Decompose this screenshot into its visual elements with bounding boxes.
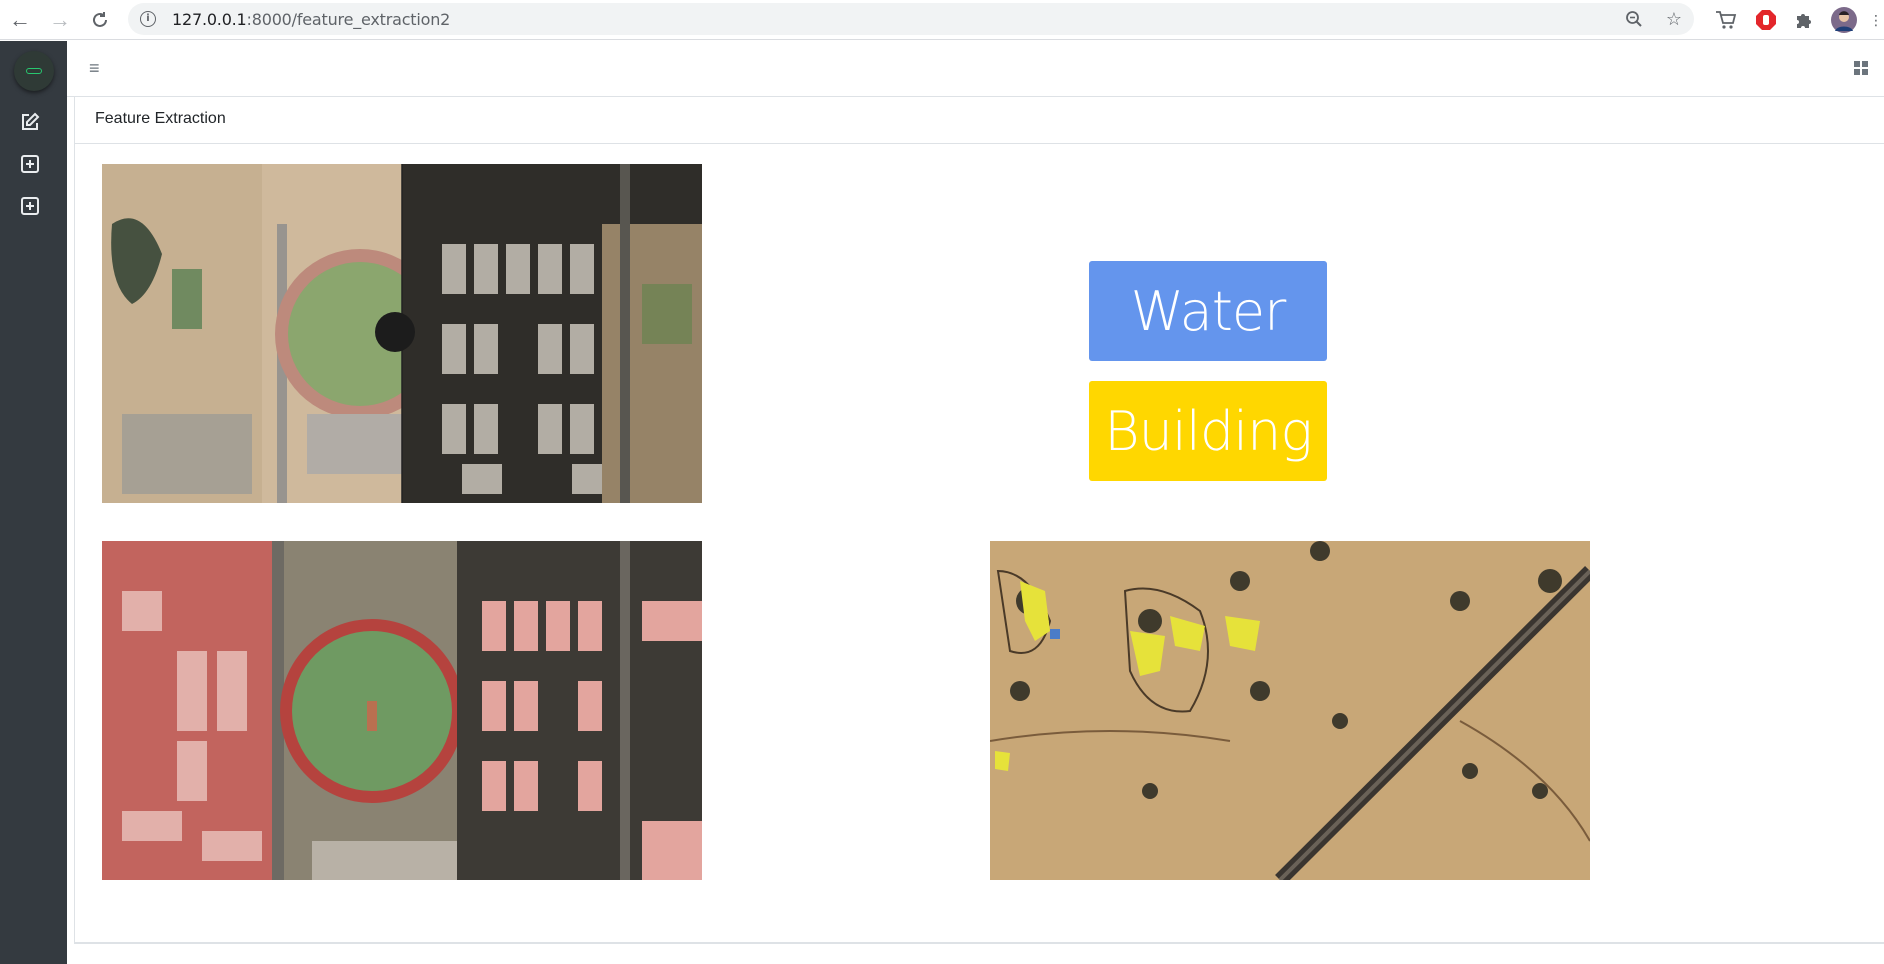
building-mask-image[interactable] <box>102 541 702 880</box>
menu-icon[interactable]: ⋮ <box>1862 6 1884 34</box>
adblock-extension-icon[interactable] <box>1752 6 1780 34</box>
rural-extraction-image[interactable] <box>990 541 1590 880</box>
water-button[interactable]: Water <box>1089 261 1327 361</box>
forward-icon[interactable]: → <box>46 6 74 34</box>
sidebar <box>0 41 67 964</box>
url-host: 127.0.0.1 <box>172 10 247 29</box>
app-logo[interactable] <box>14 51 54 91</box>
url-text[interactable]: 127.0.0.1:8000/feature_extraction2 <box>172 10 450 29</box>
back-icon[interactable]: ← <box>6 6 34 34</box>
site-info-icon[interactable]: i <box>140 11 156 27</box>
page-title: Feature Extraction <box>95 110 226 127</box>
url-path: :8000/feature_extraction2 <box>246 10 451 29</box>
page-header: Feature Extraction <box>74 97 1884 144</box>
building-button[interactable]: Building <box>1089 381 1327 481</box>
logo-mark <box>26 68 42 74</box>
hamburger-icon[interactable]: ≡ <box>89 58 100 78</box>
bookmark-star-icon[interactable]: ☆ <box>1662 7 1686 31</box>
plus-square-icon[interactable] <box>19 153 41 175</box>
cart-extension-icon[interactable] <box>1712 6 1740 34</box>
zoom-icon[interactable] <box>1622 7 1646 31</box>
plus-square-icon[interactable] <box>19 195 41 217</box>
top-navbar: ≡ <box>67 41 1884 97</box>
edit-icon[interactable] <box>19 111 41 133</box>
grid-icon[interactable] <box>1854 61 1868 75</box>
browser-toolbar: ← → i 127.0.0.1:8000/feature_extraction2… <box>0 0 1884 40</box>
extensions-puzzle-icon[interactable] <box>1790 6 1818 34</box>
address-bar[interactable]: i 127.0.0.1:8000/feature_extraction2 ☆ <box>128 3 1694 35</box>
original-satellite-image[interactable] <box>102 164 702 503</box>
reload-icon[interactable] <box>86 6 114 34</box>
profile-avatar[interactable] <box>1830 6 1858 34</box>
